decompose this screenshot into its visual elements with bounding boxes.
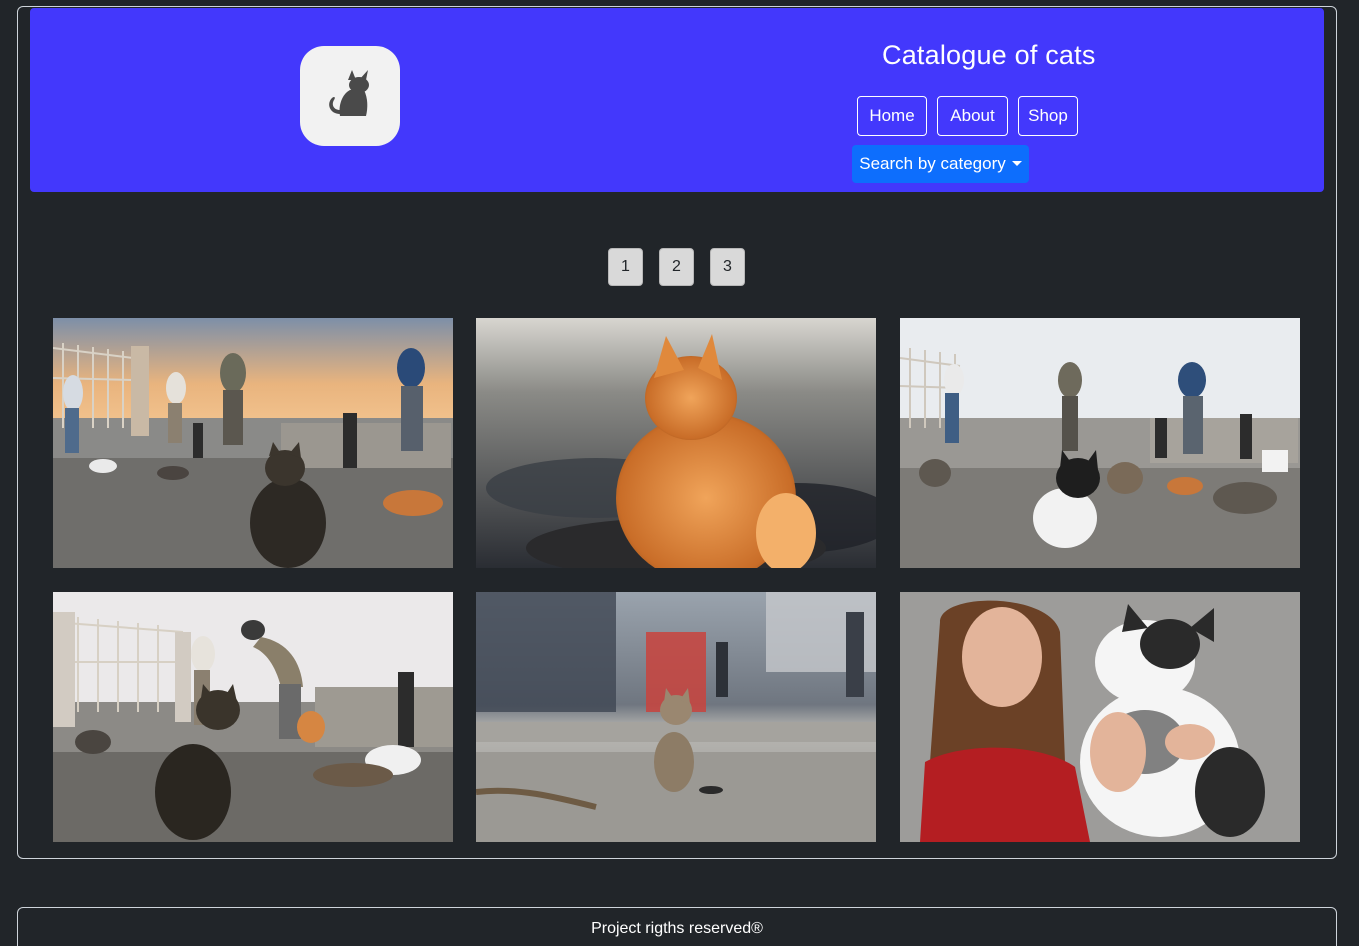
cat-icon <box>322 64 378 129</box>
caret-down-icon <box>1011 160 1022 166</box>
cat-image-1[interactable] <box>53 318 453 568</box>
page-button-1[interactable]: 1 <box>608 248 643 286</box>
category-dropdown-button[interactable]: Search by category <box>852 145 1029 183</box>
footer: Project rigths reserved® <box>17 907 1337 946</box>
footer-text: Project rigths reserved® <box>591 920 763 937</box>
page-button-2[interactable]: 2 <box>659 248 694 286</box>
nav-shop-button[interactable]: Shop <box>1018 96 1078 136</box>
logo <box>300 46 400 146</box>
cat-image-2[interactable] <box>476 318 876 568</box>
category-dropdown-label: Search by category <box>859 154 1006 173</box>
nav-home-button[interactable]: Home <box>857 96 927 136</box>
cat-image-4[interactable] <box>53 592 453 842</box>
page-title: Catalogue of cats <box>882 40 1096 70</box>
nav-about-button[interactable]: About <box>937 96 1008 136</box>
cat-image-6[interactable] <box>900 592 1300 842</box>
cat-image-3[interactable] <box>900 318 1300 568</box>
page-button-3[interactable]: 3 <box>710 248 745 286</box>
cat-image-5[interactable] <box>476 592 876 842</box>
header: Catalogue of cats Home About Shop Search… <box>30 8 1324 192</box>
